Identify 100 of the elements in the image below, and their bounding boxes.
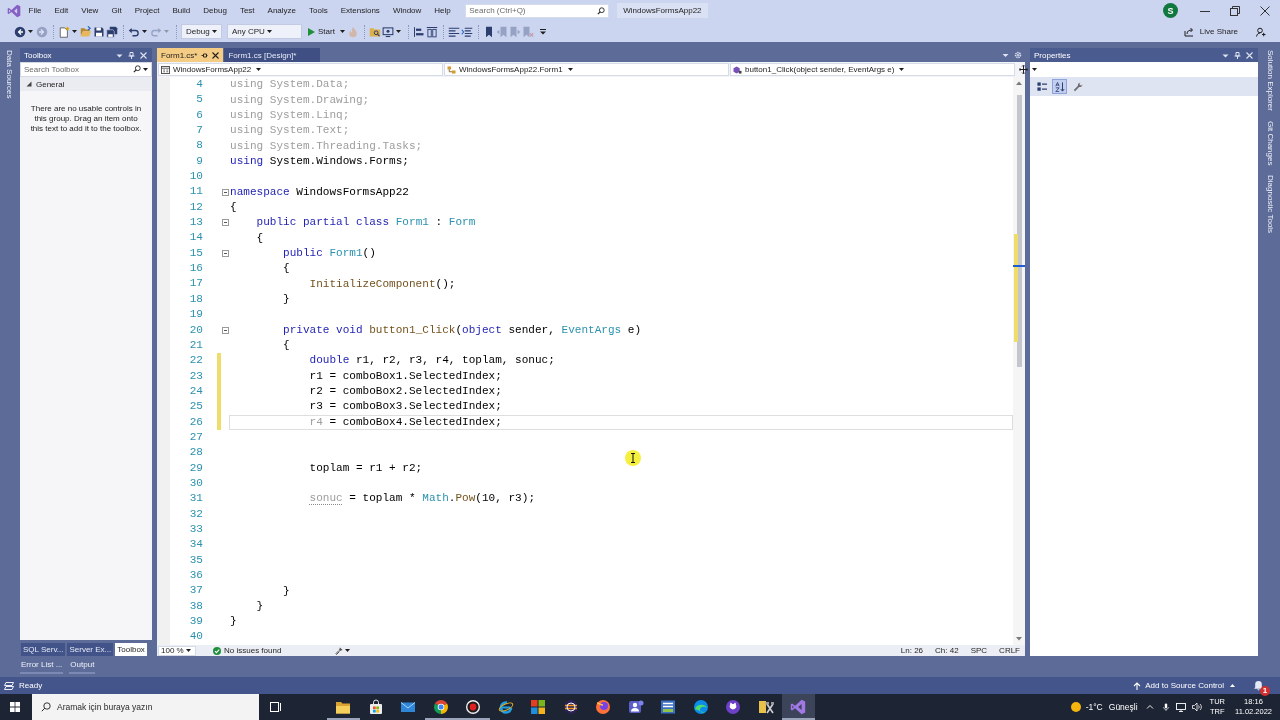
tool-window-tab[interactable]: Output bbox=[69, 660, 96, 674]
menu-item[interactable]: File bbox=[22, 4, 48, 17]
collapse-icon[interactable] bbox=[221, 326, 229, 334]
pin-icon[interactable] bbox=[1234, 51, 1241, 59]
column-indicator[interactable]: Ch: 42 bbox=[935, 646, 959, 655]
dock-tab[interactable]: Git Changes bbox=[1264, 118, 1276, 168]
tool-window-tab[interactable]: Error List ... bbox=[20, 660, 64, 674]
code-cleanup-button[interactable] bbox=[335, 646, 353, 655]
code-line: sonuc = toplam * Math.Pow(10, r3); bbox=[308, 492, 535, 506]
code-line: r2 = comboBox2.SelectedIndex; bbox=[308, 385, 502, 399]
search-field[interactable]: Aramak için buraya yazın bbox=[32, 694, 259, 720]
folder-search-icon[interactable] bbox=[368, 25, 381, 38]
code-line: r1 = comboBox1.SelectedIndex; bbox=[308, 369, 502, 383]
menu-item[interactable]: Extensions bbox=[334, 4, 387, 17]
microphone-icon[interactable] bbox=[1161, 703, 1170, 711]
platform-dropdown[interactable]: Any CPU bbox=[227, 24, 302, 39]
caret-icon[interactable] bbox=[1002, 51, 1009, 59]
code-line: { bbox=[282, 339, 290, 352]
issues-indicator[interactable]: No issues found bbox=[213, 646, 282, 655]
navigation-dropdown[interactable]: WindowsFormsApp22 bbox=[158, 63, 443, 76]
weather-temperature[interactable]: -1°C bbox=[1085, 702, 1103, 712]
dock-tab[interactable]: Solution Explorer bbox=[1264, 48, 1276, 113]
navigation-dropdown[interactable]: WindowsFormsApp22.Form1 bbox=[444, 63, 729, 76]
navigation-dropdown[interactable]: button1_Click(object sender, EventArgs e) bbox=[730, 63, 1015, 76]
comment-lines-icon[interactable] bbox=[447, 25, 460, 38]
menu-item[interactable]: Analyze bbox=[261, 4, 303, 17]
vertical-scrollbar[interactable] bbox=[1013, 77, 1025, 645]
pin-icon[interactable] bbox=[128, 51, 135, 59]
align-icon[interactable] bbox=[412, 25, 425, 38]
shopping-bag-icon bbox=[367, 699, 384, 715]
line-indicator[interactable]: Ln: 26 bbox=[900, 646, 924, 655]
categorized-button[interactable] bbox=[1034, 79, 1049, 94]
collapse-icon[interactable] bbox=[221, 219, 229, 227]
network-icon[interactable] bbox=[1175, 702, 1186, 712]
task-view-icon[interactable] bbox=[270, 702, 282, 712]
start-button[interactable]: Start bbox=[308, 27, 347, 36]
menu-item[interactable]: Test bbox=[233, 4, 262, 17]
chevron-up-icon[interactable] bbox=[1145, 703, 1154, 711]
collapse-icon[interactable] bbox=[221, 188, 229, 196]
menu-item[interactable]: Debug bbox=[196, 4, 234, 17]
document-tab[interactable]: Form1.cs* bbox=[157, 48, 224, 62]
pin-icon[interactable] bbox=[201, 51, 209, 59]
check-icon bbox=[213, 646, 221, 655]
close-icon[interactable] bbox=[212, 51, 220, 59]
search-icon bbox=[133, 65, 141, 73]
uncomment-lines-icon[interactable] bbox=[460, 25, 473, 38]
code-line: } bbox=[282, 584, 290, 598]
line-number: 28 bbox=[188, 445, 203, 461]
mail-icon bbox=[400, 699, 417, 715]
code-line: } bbox=[282, 293, 290, 306]
menu-item[interactable]: Project bbox=[128, 4, 167, 17]
search-field[interactable]: Search (Ctrl+Q) bbox=[465, 3, 610, 18]
collapse-icon[interactable] bbox=[221, 249, 229, 257]
line-number: 12 bbox=[188, 199, 203, 215]
panel-tab[interactable]: Server Ex... bbox=[67, 643, 114, 656]
overflow-icon[interactable] bbox=[539, 28, 546, 35]
notification-bell-icon[interactable] bbox=[1253, 680, 1264, 691]
person-plus-icon[interactable] bbox=[1256, 26, 1266, 37]
configuration-dropdown[interactable]: Debug bbox=[181, 24, 222, 39]
scroll-up-icon[interactable] bbox=[1016, 81, 1022, 85]
columns-icon[interactable] bbox=[425, 25, 438, 38]
alphabetical-button[interactable] bbox=[1052, 79, 1067, 94]
search-field[interactable]: Search Toolbox bbox=[20, 62, 152, 77]
document-tab[interactable]: Form1.cs [Design]* bbox=[224, 48, 321, 62]
group-header[interactable]: General bbox=[20, 77, 152, 91]
start-icon[interactable] bbox=[10, 702, 20, 712]
line-number: 33 bbox=[188, 521, 203, 537]
settings-icon[interactable] bbox=[1014, 51, 1022, 59]
panel-tab[interactable]: SQL Serv... bbox=[21, 643, 66, 656]
menu-item[interactable]: Git bbox=[104, 4, 129, 17]
four-way-arrow-icon[interactable] bbox=[1019, 65, 1028, 74]
scroll-down-icon[interactable] bbox=[1016, 637, 1022, 641]
save-all-icon[interactable] bbox=[106, 25, 118, 38]
menu-item[interactable]: Help bbox=[427, 4, 458, 17]
menu-item[interactable]: Window bbox=[386, 4, 428, 17]
dock-tab[interactable]: Diagnostic Tools bbox=[1264, 173, 1276, 236]
save-icon[interactable] bbox=[93, 25, 105, 38]
panel-tab[interactable]: Toolbox bbox=[115, 643, 147, 656]
crossed-tools-icon bbox=[757, 699, 774, 715]
line-number: 40 bbox=[188, 629, 203, 645]
indentation-indicator[interactable]: SPC bbox=[970, 646, 988, 655]
live-share-button[interactable]: Live Share bbox=[1183, 26, 1238, 37]
account-avatar[interactable]: S bbox=[1163, 3, 1178, 18]
menu-item[interactable]: Build bbox=[166, 4, 197, 17]
restore-icon[interactable] bbox=[1230, 5, 1240, 16]
close-icon[interactable] bbox=[1260, 5, 1270, 16]
menu-item[interactable]: Tools bbox=[302, 4, 335, 17]
zoom-dropdown[interactable]: 100 % bbox=[158, 645, 196, 656]
speaker-icon[interactable] bbox=[1191, 702, 1202, 712]
line-number: 10 bbox=[188, 169, 203, 185]
cat-logo-icon bbox=[725, 699, 742, 715]
scrollbar-thumb[interactable] bbox=[1017, 95, 1022, 367]
menu-item[interactable]: View bbox=[74, 4, 105, 17]
sun-icon[interactable] bbox=[1070, 702, 1081, 712]
menu-item[interactable]: Edit bbox=[47, 4, 75, 17]
ribbon-logo-icon bbox=[790, 699, 807, 715]
line-ending-indicator[interactable]: CRLF bbox=[999, 646, 1020, 655]
dock-tab[interactable]: Data Sources bbox=[3, 48, 15, 101]
source-control-button[interactable]: Add to Source Control bbox=[1133, 681, 1237, 690]
weather-condition[interactable]: Güneşli bbox=[1108, 702, 1138, 712]
